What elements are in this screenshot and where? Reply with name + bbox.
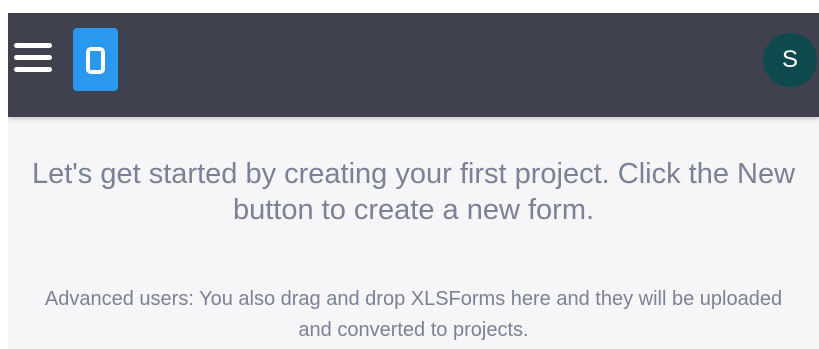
menu-line (14, 67, 52, 72)
empty-state-subtext: Advanced users: You also drag and drop X… (44, 288, 783, 341)
empty-state: Let's get started by creating your first… (8, 117, 819, 349)
empty-state-headline: Let's get started by creating your first… (31, 158, 796, 226)
top-bar: S (8, 13, 819, 117)
app-frame: S Let's get started by creating your fir… (8, 13, 819, 349)
hamburger-menu-icon[interactable] (14, 43, 54, 75)
menu-line (14, 55, 52, 60)
app-logo-icon[interactable] (73, 28, 118, 91)
logo-mark (86, 47, 105, 74)
user-avatar[interactable]: S (763, 33, 817, 87)
menu-line (14, 43, 52, 48)
